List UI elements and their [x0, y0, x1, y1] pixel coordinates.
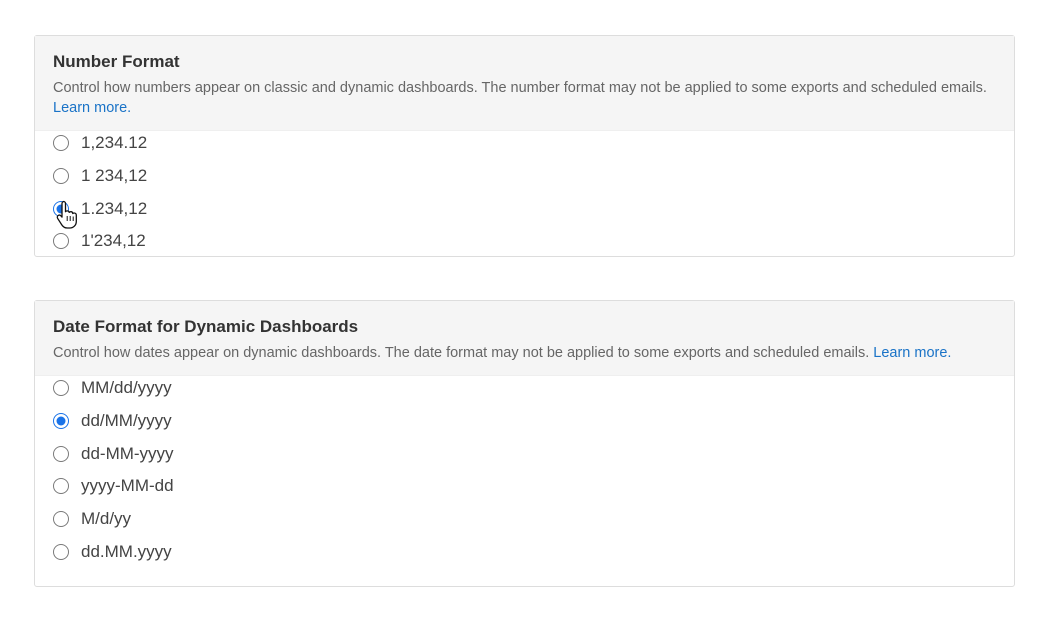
number-format-section: Number Format Control how numbers appear… — [34, 35, 1015, 257]
date-format-option-label: yyyy-MM-dd — [81, 476, 174, 496]
radio-button[interactable] — [53, 380, 69, 397]
date-format-option[interactable]: dd.MM.yyyy — [53, 535, 996, 568]
date-format-option[interactable]: dd/MM/yyyy — [53, 405, 996, 438]
radio-button[interactable] — [53, 511, 69, 528]
date-format-option-label: dd-MM-yyyy — [81, 443, 174, 463]
date-format-description-text: Control how dates appear on dynamic dash… — [53, 345, 870, 361]
date-format-option-label: MM/dd/yyyy — [81, 378, 172, 398]
date-format-option[interactable]: dd-MM-yyyy — [53, 437, 996, 470]
date-format-options: MM/dd/yyyy dd/MM/yyyy dd-MM-yyyy yyyy-MM… — [35, 372, 1014, 568]
number-format-option[interactable]: 1,234.12 — [53, 127, 996, 160]
number-format-options: 1,234.12 1 234,12 1.234,12 1'234,12 — [35, 127, 1014, 258]
number-format-option[interactable]: 1 234,12 — [53, 160, 996, 193]
radio-button[interactable] — [53, 413, 69, 430]
radio-button[interactable] — [53, 445, 69, 462]
date-format-option[interactable]: MM/dd/yyyy — [53, 372, 996, 405]
radio-button[interactable] — [53, 200, 69, 217]
number-format-option-label: 1.234,12 — [81, 198, 148, 218]
radio-button[interactable] — [53, 135, 69, 152]
date-format-section: Date Format for Dynamic Dashboards Contr… — [34, 300, 1015, 587]
date-format-option-label: M/d/yy — [81, 509, 132, 529]
date-format-option[interactable]: M/d/yy — [53, 503, 996, 536]
radio-button[interactable] — [53, 543, 69, 560]
number-format-option-label: 1 234,12 — [81, 166, 148, 186]
date-format-option-label: dd.MM.yyyy — [81, 541, 172, 561]
radio-button[interactable] — [53, 478, 69, 495]
date-format-option-label: dd/MM/yyyy — [81, 411, 172, 431]
number-format-option[interactable]: 1.234,12 — [53, 192, 996, 225]
number-format-header: Number Format Control how numbers appear… — [35, 36, 1014, 131]
number-format-option-label: 1,234.12 — [81, 133, 148, 153]
radio-button[interactable] — [53, 168, 69, 185]
number-format-option-label: 1'234,12 — [81, 231, 146, 251]
date-format-option[interactable]: yyyy-MM-dd — [53, 470, 996, 503]
date-format-learn-more-link[interactable]: Learn more. — [873, 345, 951, 361]
number-format-description: Control how numbers appear on classic an… — [53, 78, 996, 118]
number-format-description-text: Control how numbers appear on classic an… — [53, 80, 987, 96]
date-format-description: Control how dates appear on dynamic dash… — [53, 343, 996, 363]
date-format-header: Date Format for Dynamic Dashboards Contr… — [35, 301, 1014, 376]
date-format-title: Date Format for Dynamic Dashboards — [53, 317, 359, 336]
radio-button[interactable] — [53, 233, 69, 250]
number-format-learn-more-link[interactable]: Learn more. — [53, 100, 131, 116]
number-format-option[interactable]: 1'234,12 — [53, 225, 996, 258]
number-format-title: Number Format — [53, 52, 180, 71]
